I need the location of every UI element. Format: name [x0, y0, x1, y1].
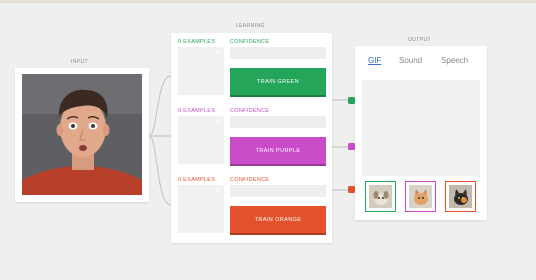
close-icon[interactable]: ✕ — [214, 186, 221, 195]
class-row-green: 0 EXAMPLES CONFIDENCE ✕ TRAIN GREEN — [171, 33, 332, 101]
close-icon[interactable]: ✕ — [214, 48, 221, 57]
person-image — [22, 74, 142, 195]
green-confidence-bar — [230, 47, 326, 59]
tab-sound[interactable]: Sound — [399, 56, 422, 65]
kitten-image — [409, 185, 432, 208]
orange-confidence-bar — [230, 185, 326, 197]
train-green-button[interactable]: TRAIN GREEN — [230, 68, 326, 95]
input-to-orange-connector — [148, 135, 172, 206]
purple-confidence-bar — [230, 116, 326, 128]
orange-output-port — [348, 186, 355, 193]
purple-output-port — [348, 143, 355, 150]
purple-example-preview: ✕ — [178, 116, 224, 164]
green-examples-count: 0 EXAMPLES — [178, 39, 216, 45]
train-orange-button[interactable]: TRAIN ORANGE — [230, 206, 326, 233]
output-tabs: GIF Sound Speech — [355, 56, 487, 68]
webcam-feed — [22, 74, 142, 195]
tab-gif[interactable]: GIF — [368, 56, 381, 65]
input-card — [15, 68, 149, 202]
green-confidence-label: CONFIDENCE — [230, 39, 270, 45]
class-row-orange: 0 EXAMPLES CONFIDENCE ✕ TRAIN ORANGE — [171, 171, 332, 239]
purple-examples-count: 0 EXAMPLES — [178, 108, 216, 114]
gif-thumbnail-kitten[interactable] — [406, 182, 435, 211]
cat-image — [449, 185, 472, 208]
output-card: GIF Sound Speech — [355, 46, 487, 220]
green-example-preview: ✕ — [178, 47, 224, 95]
gif-thumbnail-cat[interactable] — [446, 182, 475, 211]
close-icon[interactable]: ✕ — [214, 117, 221, 126]
orange-confidence-label: CONFIDENCE — [230, 177, 270, 183]
green-output-port — [348, 97, 355, 104]
gif-thumbnail-dog[interactable] — [366, 182, 395, 211]
train-purple-button[interactable]: TRAIN PURPLE — [230, 137, 326, 164]
output-preview — [362, 80, 480, 176]
tab-speech[interactable]: Speech — [441, 56, 468, 65]
dog-image — [369, 185, 392, 208]
class-row-purple: 0 EXAMPLES CONFIDENCE ✕ TRAIN PURPLE — [171, 102, 332, 170]
orange-examples-count: 0 EXAMPLES — [178, 177, 216, 183]
learning-card: 0 EXAMPLES CONFIDENCE ✕ TRAIN GREEN 0 EX… — [171, 33, 332, 243]
purple-confidence-label: CONFIDENCE — [230, 108, 270, 114]
orange-example-preview: ✕ — [178, 185, 224, 233]
input-to-green-connector — [148, 75, 172, 137]
